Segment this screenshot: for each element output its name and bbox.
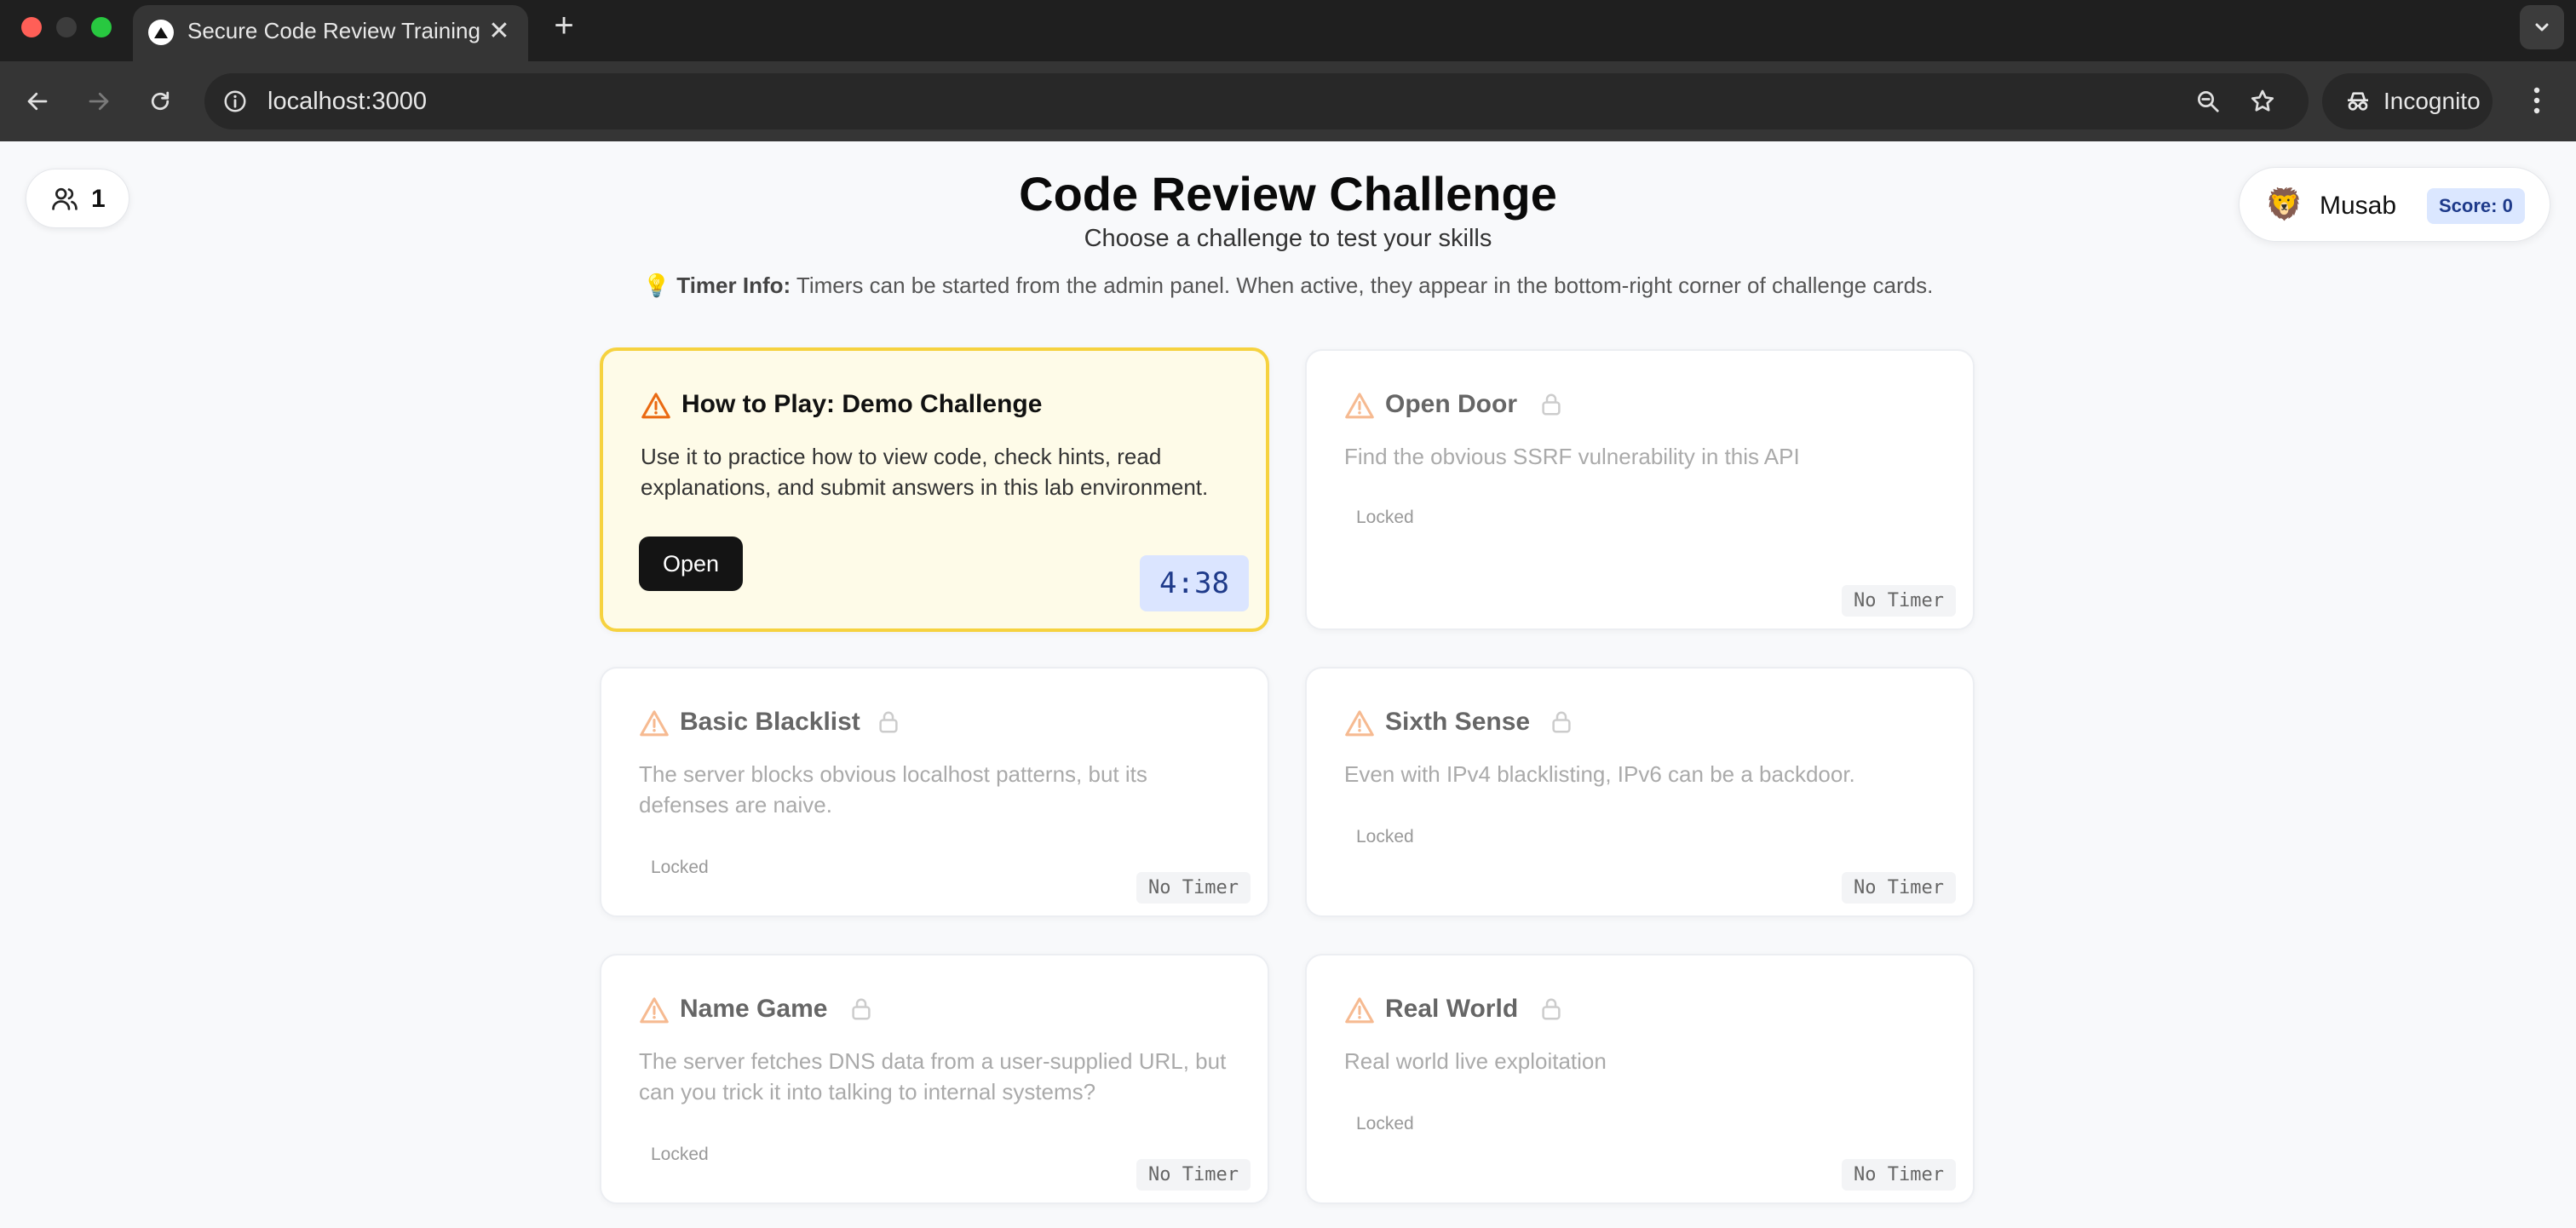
lock-icon: [1538, 995, 1564, 1024]
challenge-title: Open Door: [1385, 390, 1517, 418]
challenge-timer: No Timer: [1842, 585, 1956, 617]
window-maximize-button[interactable]: [91, 17, 112, 37]
tab-title: Secure Code Review Training: [187, 18, 480, 43]
challenge-timer: No Timer: [1136, 872, 1251, 904]
lock-icon: [876, 708, 901, 737]
timer-info-label: Timer Info:: [676, 273, 791, 298]
challenge-title: Name Game: [680, 995, 828, 1023]
challenge-title: Real World: [1385, 995, 1519, 1023]
challenge-card-real-world[interactable]: Real World Real world live exploitation …: [1305, 954, 1975, 1204]
locked-label: Locked: [651, 1145, 709, 1164]
incognito-label: Incognito: [2383, 88, 2481, 114]
lock-icon: [848, 995, 874, 1024]
lock-icon: [1549, 708, 1574, 737]
challenge-description: The server blocks obvious localhost patt…: [639, 761, 1147, 818]
warning-icon: [639, 390, 673, 421]
warning-icon: [1343, 995, 1377, 1025]
challenge-title: How to Play: Demo Challenge: [681, 390, 1043, 418]
challenge-description: Real world live exploitation: [1344, 1048, 1607, 1074]
new-tab-button[interactable]: +: [545, 7, 583, 44]
incognito-icon: [2343, 86, 2373, 117]
window-minimize-button[interactable]: [56, 17, 77, 37]
challenge-card-basic-blacklist[interactable]: Basic Blacklist The server blocks obviou…: [600, 667, 1269, 917]
browser-menu-button[interactable]: [2520, 78, 2554, 123]
challenge-card-name-game[interactable]: Name Game The server fetches DNS data fr…: [600, 954, 1269, 1204]
challenge-timer: No Timer: [1842, 872, 1956, 904]
warning-icon: [1343, 390, 1377, 421]
locked-label: Locked: [1356, 508, 1414, 527]
user-name: Musab: [2320, 192, 2397, 220]
favicon-icon: [148, 20, 174, 45]
tab-close-button[interactable]: ✕: [482, 14, 516, 49]
window-close-button[interactable]: [21, 17, 42, 37]
locked-label: Locked: [651, 858, 709, 877]
challenge-timer: 4:38: [1140, 555, 1249, 611]
reload-icon: [151, 91, 170, 111]
lock-icon: [1538, 390, 1564, 419]
tab-search-button[interactable]: [2520, 5, 2564, 49]
incognito-indicator[interactable]: Incognito: [2322, 73, 2493, 129]
challenge-title: Basic Blacklist: [680, 708, 860, 736]
challenge-description: The server fetches DNS data from a user-…: [639, 1048, 1227, 1105]
site-info-icon[interactable]: [220, 86, 250, 117]
page-title: Code Review Challenge: [1019, 167, 1557, 221]
warning-icon: [637, 708, 671, 738]
forward-button[interactable]: [78, 81, 119, 122]
arrow-right-icon: [89, 92, 109, 111]
warning-icon: [637, 995, 671, 1025]
more-vertical-icon: [2533, 87, 2540, 114]
challenge-description: Even with IPv4 blacklisting, IPv6 can be…: [1344, 761, 1855, 787]
locked-label: Locked: [1356, 1114, 1414, 1133]
zoom-icon[interactable]: [2193, 86, 2223, 117]
user-profile-card[interactable]: 🦁 Musab Score: 0: [2239, 167, 2550, 242]
lightbulb-icon: 💡: [642, 273, 671, 298]
challenge-description: Find the obvious SSRF vulnerability in t…: [1344, 444, 1800, 469]
challenge-title: Sixth Sense: [1385, 708, 1531, 736]
warning-icon: [1343, 708, 1377, 738]
timer-info-text: Timers can be started from the admin pan…: [791, 273, 1934, 298]
challenge-timer: No Timer: [1136, 1159, 1251, 1191]
chevron-down-icon: [2535, 23, 2549, 32]
browser-tab[interactable]: Secure Code Review Training ✕: [133, 5, 528, 61]
address-bar[interactable]: localhost:3000: [204, 73, 2309, 129]
score-badge: Score: 0: [2427, 188, 2525, 224]
avatar: 🦁: [2265, 186, 2303, 221]
challenge-description: Use it to practice how to view code, che…: [641, 444, 1209, 500]
url-text[interactable]: localhost:3000: [267, 88, 427, 116]
challenge-card-demo[interactable]: How to Play: Demo Challenge Use it to pr…: [600, 347, 1269, 632]
challenge-timer: No Timer: [1842, 1159, 1956, 1191]
arrow-left-icon: [27, 92, 48, 111]
reload-button[interactable]: [140, 81, 181, 122]
page-subtitle: Choose a challenge to test your skills: [1084, 225, 1492, 252]
bookmark-star-icon[interactable]: [2247, 86, 2278, 117]
challenge-card-open-door[interactable]: Open Door Find the obvious SSRF vulnerab…: [1305, 349, 1975, 630]
challenge-card-sixth-sense[interactable]: Sixth Sense Even with IPv4 blacklisting,…: [1305, 667, 1975, 917]
open-challenge-button[interactable]: Open: [639, 537, 743, 591]
timer-info: 💡 Timer Info: Timers can be started from…: [0, 273, 2576, 299]
locked-label: Locked: [1356, 827, 1414, 846]
back-button[interactable]: [17, 81, 58, 122]
browser-toolbar: localhost:3000 Incognito: [0, 61, 2576, 141]
browser-tab-bar: Secure Code Review Training ✕ +: [0, 0, 2576, 61]
